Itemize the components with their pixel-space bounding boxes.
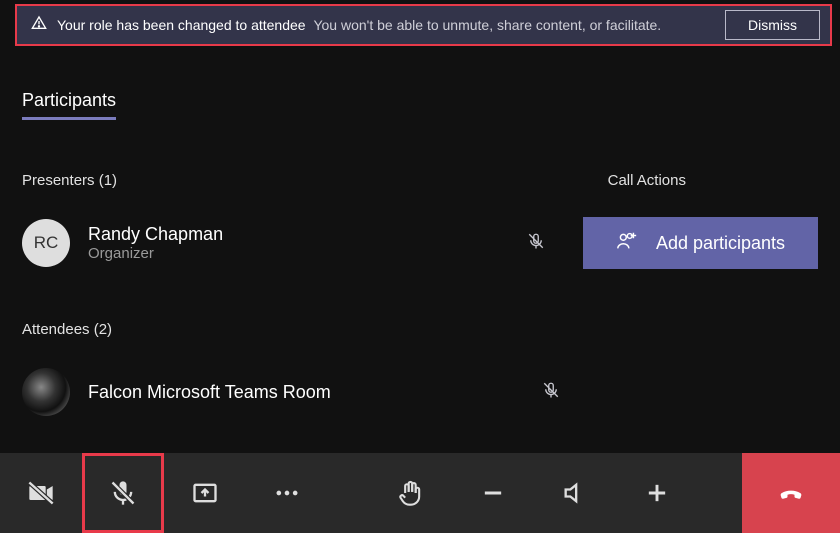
volume-up-button[interactable] bbox=[616, 453, 698, 533]
warning-icon bbox=[31, 15, 47, 36]
presenters-heading: Presenters (1) bbox=[22, 172, 117, 189]
call-actions-heading: Call Actions bbox=[608, 172, 686, 189]
people-add-icon bbox=[616, 230, 638, 257]
more-options-button[interactable] bbox=[246, 453, 328, 533]
avatar: RC bbox=[22, 219, 70, 267]
speaker-button[interactable] bbox=[534, 453, 616, 533]
attendees-heading: Attendees (2) bbox=[22, 321, 818, 338]
mic-muted-icon bbox=[542, 381, 560, 404]
hangup-button[interactable] bbox=[742, 453, 840, 533]
add-participants-label: Add participants bbox=[656, 233, 785, 254]
volume-down-button[interactable] bbox=[452, 453, 534, 533]
mic-muted-icon bbox=[527, 232, 545, 255]
presenter-role: Organizer bbox=[88, 245, 223, 262]
attendee-row: Falcon Microsoft Teams Room bbox=[22, 368, 818, 416]
banner-text: Your role has been changed to attendee Y… bbox=[57, 17, 715, 33]
share-content-button[interactable] bbox=[164, 453, 246, 533]
camera-off-button[interactable] bbox=[0, 453, 82, 533]
participants-heading: Participants bbox=[22, 90, 116, 120]
avatar bbox=[22, 368, 70, 416]
attendee-name: Falcon Microsoft Teams Room bbox=[88, 382, 331, 403]
add-participants-button[interactable]: Add participants bbox=[583, 217, 818, 269]
call-toolbar bbox=[0, 453, 840, 533]
banner-subtitle: You won't be able to unmute, share conte… bbox=[313, 17, 661, 33]
banner-title: Your role has been changed to attendee bbox=[57, 17, 306, 33]
role-changed-banner: Your role has been changed to attendee Y… bbox=[15, 4, 832, 46]
presenter-row: RC Randy Chapman Organizer bbox=[22, 217, 818, 269]
mic-off-button[interactable] bbox=[82, 453, 164, 533]
dismiss-button[interactable]: Dismiss bbox=[725, 10, 820, 40]
presenter-name: Randy Chapman bbox=[88, 224, 223, 245]
raise-hand-button[interactable] bbox=[370, 453, 452, 533]
